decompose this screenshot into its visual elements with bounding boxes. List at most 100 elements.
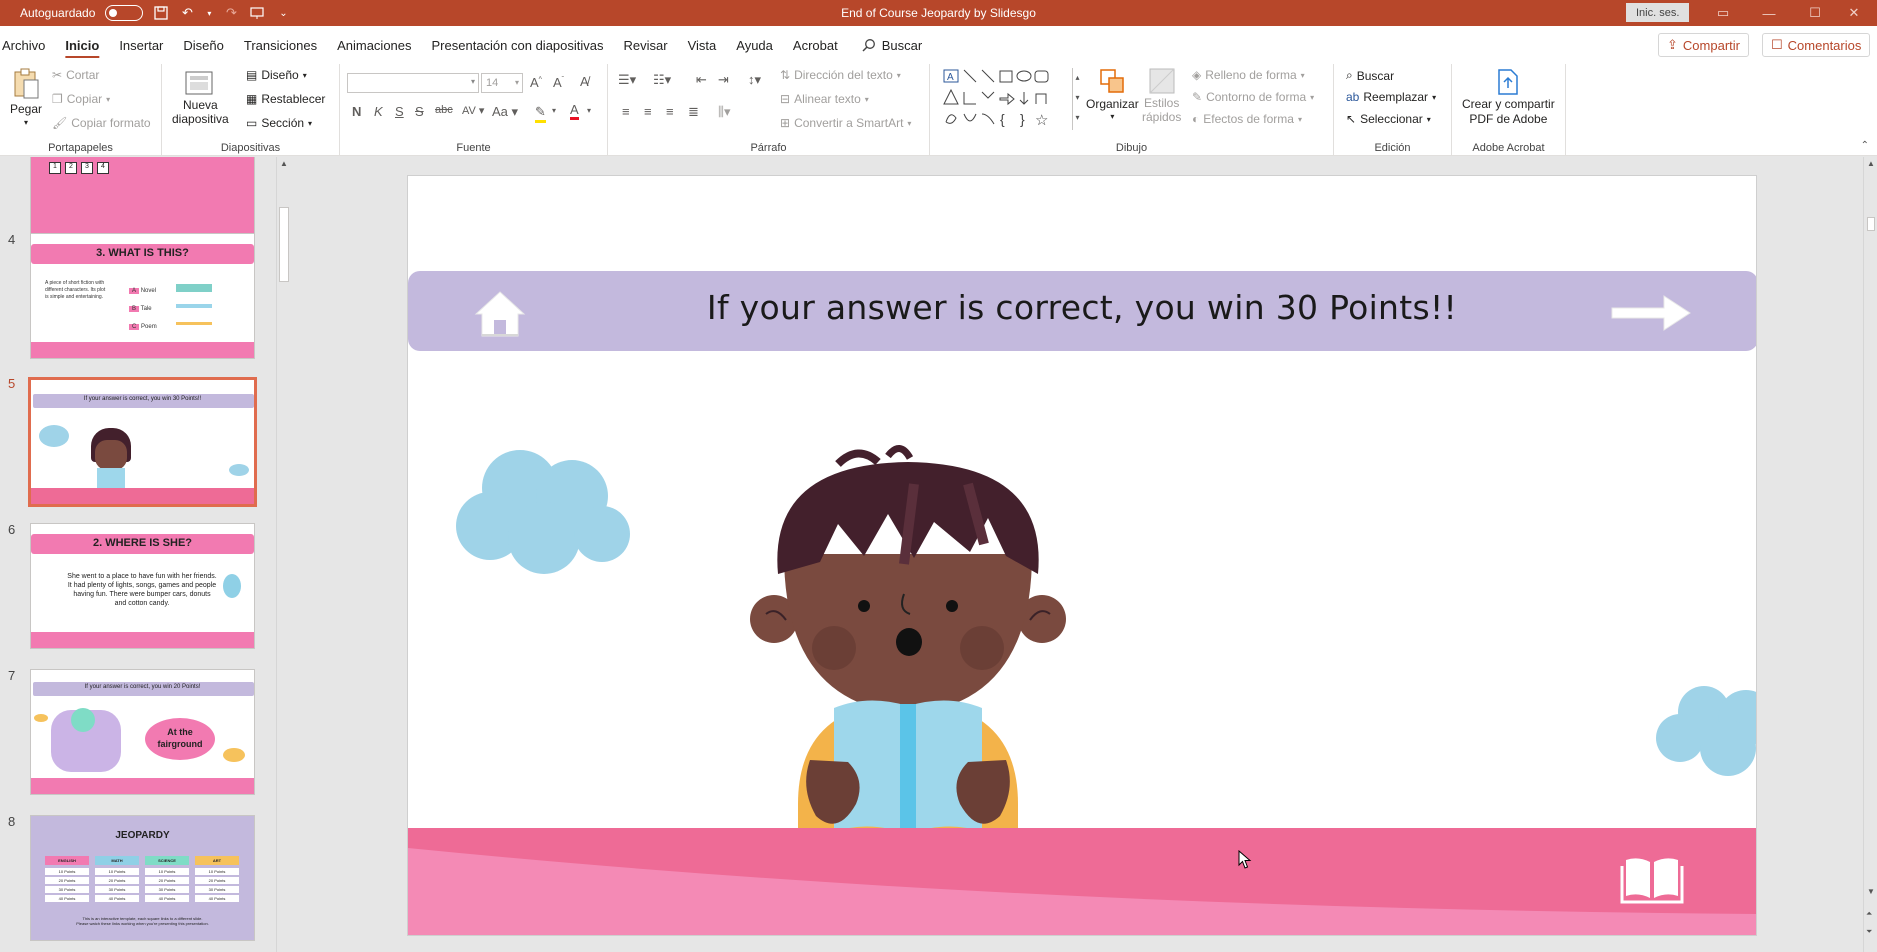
shape-outline-button[interactable]: ✎ Contorno de forma ▾	[1192, 90, 1314, 104]
text-direction-button[interactable]: ⇅ Dirección del texto ▾	[780, 68, 901, 82]
align-left-icon[interactable]: ≡	[622, 104, 630, 119]
format-painter-button[interactable]: 🖌 Copiar formato	[52, 116, 151, 130]
numbering-icon[interactable]: ☷▾	[653, 72, 671, 88]
slide-thumbnail-5[interactable]: If your answer is correct, you win 30 Po…	[28, 377, 257, 507]
select-button[interactable]: ↖ Seleccionar ▾	[1346, 112, 1431, 126]
replace-button[interactable]: ab Reemplazar ▾	[1346, 90, 1436, 104]
undo-icon[interactable]: ↶	[179, 5, 195, 21]
new-slide-label-2: diapositiva	[172, 112, 229, 126]
paste-button[interactable]: Pegar ▾	[10, 68, 42, 127]
layout-button[interactable]: ▤ Diseño ▾	[246, 68, 307, 82]
tab-inicio[interactable]: Inicio	[55, 26, 109, 64]
collapse-ribbon-icon[interactable]: ⌃	[1861, 140, 1869, 151]
slide-thumbnail-6[interactable]: 2. WHERE IS SHE? She went to a place to …	[30, 523, 255, 649]
align-text-button[interactable]: ⊟ Alinear texto ▾	[780, 92, 869, 106]
clear-formatting-icon[interactable]: A̸	[580, 74, 589, 89]
arrow-right-icon[interactable]	[1608, 292, 1694, 334]
home-icon[interactable]	[472, 288, 528, 340]
strikethrough-icon[interactable]: abc	[435, 104, 453, 116]
bullets-icon[interactable]: ☰▾	[618, 72, 636, 88]
tab-acrobat[interactable]: Acrobat	[783, 26, 848, 64]
thumb4-letter-b: B	[129, 306, 140, 312]
copy-button[interactable]: ❐ Copiar ▾	[52, 92, 110, 106]
book-icon[interactable]	[1620, 854, 1684, 904]
tab-transiciones[interactable]: Transiciones	[234, 26, 327, 64]
shrink-font-icon[interactable]: Aˇ	[553, 75, 564, 90]
comments-button[interactable]: ☐ Comentarios	[1762, 33, 1871, 57]
next-slide-icon[interactable]: ⏷	[1866, 927, 1872, 937]
ribbon-display-icon[interactable]: ▭	[1700, 0, 1746, 26]
italic-icon[interactable]: K	[374, 104, 383, 119]
new-slide-button[interactable]: Nueva diapositiva	[172, 68, 229, 126]
tab-revisar[interactable]: Revisar	[614, 26, 678, 64]
thumb8-cell: 20 Points	[145, 877, 189, 884]
customize-toolbar-icon[interactable]: ⌄	[275, 5, 291, 21]
create-pdf-button[interactable]: Crear y compartir PDF de Adobe	[1462, 68, 1555, 126]
shape-fill-button[interactable]: ◈ Relleno de forma ▾	[1192, 68, 1305, 82]
char-spacing-icon[interactable]: AV ▾	[462, 104, 484, 117]
slide-scroll-up-icon[interactable]: ▲	[1867, 159, 1875, 168]
slide-thumbnail-4[interactable]: 3. WHAT IS THIS? A piece of short fictio…	[30, 233, 255, 359]
bold-icon[interactable]: N	[352, 104, 361, 119]
quick-styles-button[interactable]: Estilos rápidos	[1142, 66, 1181, 124]
underline-icon[interactable]: S	[395, 104, 404, 119]
cut-button[interactable]: ✂ Cortar	[52, 68, 99, 82]
justify-icon[interactable]: ≣	[688, 104, 699, 120]
line-spacing-icon[interactable]: ↕▾	[748, 72, 761, 88]
svg-text:}: }	[1020, 111, 1025, 127]
close-icon[interactable]: ✕	[1831, 0, 1877, 26]
scroll-up-icon[interactable]: ▲	[280, 159, 288, 168]
align-center-icon[interactable]: ≡	[644, 104, 652, 119]
tab-diseno[interactable]: Diseño	[173, 26, 233, 64]
thumbnail-scrollbar[interactable]: ▲	[276, 157, 290, 952]
current-slide[interactable]: If your answer is correct, you win 30 Po…	[407, 175, 1757, 936]
share-button[interactable]: ⇪ Compartir	[1658, 33, 1749, 57]
highlight-dropdown-icon[interactable]: ▾	[552, 106, 556, 115]
change-case-icon[interactable]: Aa ▾	[492, 104, 518, 120]
tab-animaciones[interactable]: Animaciones	[327, 26, 421, 64]
previous-slide-icon[interactable]: ⏶	[1866, 909, 1872, 919]
save-icon[interactable]	[153, 5, 169, 21]
grow-font-icon[interactable]: A^	[530, 75, 542, 90]
shape-effects-button[interactable]: ◐ Efectos de forma ▾	[1192, 112, 1302, 126]
sign-in-button[interactable]: Inic. ses.	[1626, 3, 1690, 22]
thumbnail-scrollbar-thumb[interactable]	[279, 207, 289, 282]
decrease-indent-icon[interactable]: ⇤	[696, 72, 707, 88]
minimize-icon[interactable]: —	[1746, 0, 1792, 26]
reset-button[interactable]: ▦ Restablecer	[246, 92, 325, 106]
undo-dropdown-icon[interactable]: ▾	[205, 5, 213, 21]
shapes-more-icon[interactable]: ▴ ▾ ▾	[1072, 68, 1082, 130]
redo-icon[interactable]: ↷	[223, 5, 239, 21]
cloud-left	[456, 450, 630, 574]
slide-scrollbar[interactable]: ▲ ▼ ⏶ ⏷	[1863, 157, 1877, 952]
autosave-toggle[interactable]	[105, 5, 144, 21]
tab-vista[interactable]: Vista	[678, 26, 727, 64]
shadow-icon[interactable]: S	[415, 104, 424, 119]
cut-label: Cortar	[66, 68, 100, 82]
thumb4-option-a: Novel	[140, 288, 157, 294]
smartart-button[interactable]: ⊞ Convertir a SmartArt ▾	[780, 116, 911, 130]
find-button[interactable]: ⌕ Buscar	[1346, 68, 1394, 83]
font-size-combo[interactable]: 14 ▾	[481, 73, 523, 93]
shapes-gallery[interactable]: A { } ☆	[942, 68, 1082, 130]
tab-ayuda[interactable]: Ayuda	[726, 26, 783, 64]
font-color-icon[interactable]: A	[570, 102, 579, 120]
arrange-button[interactable]: Organizar ▾	[1086, 66, 1139, 121]
section-button[interactable]: ▭ Sección ▾	[246, 116, 312, 130]
slide-scrollbar-thumb[interactable]	[1867, 217, 1875, 231]
font-color-dropdown-icon[interactable]: ▾	[587, 106, 591, 115]
highlight-color-icon[interactable]: ✎	[535, 104, 546, 123]
tab-presentacion[interactable]: Presentación con diapositivas	[422, 26, 614, 64]
tab-archivo[interactable]: Archivo	[0, 26, 55, 64]
present-from-start-icon[interactable]	[249, 5, 265, 21]
tab-insertar[interactable]: Insertar	[109, 26, 173, 64]
increase-indent-icon[interactable]: ⇥	[718, 72, 729, 88]
slide-thumbnail-7[interactable]: If your answer is correct, you win 20 Po…	[30, 669, 255, 795]
slide-title[interactable]: If your answer is correct, you win 30 Po…	[408, 288, 1756, 327]
align-right-icon[interactable]: ≡	[666, 104, 674, 119]
search-box[interactable]: Buscar	[848, 38, 922, 53]
font-name-combo[interactable]: ▾	[347, 73, 479, 93]
slide-scroll-down-icon[interactable]: ▼	[1867, 887, 1875, 896]
slide-thumbnail-8[interactable]: JEOPARDY ENGLISH MATH SCIENCE ART 10 Poi…	[30, 815, 255, 941]
columns-icon[interactable]: ⫼▾	[718, 104, 731, 120]
